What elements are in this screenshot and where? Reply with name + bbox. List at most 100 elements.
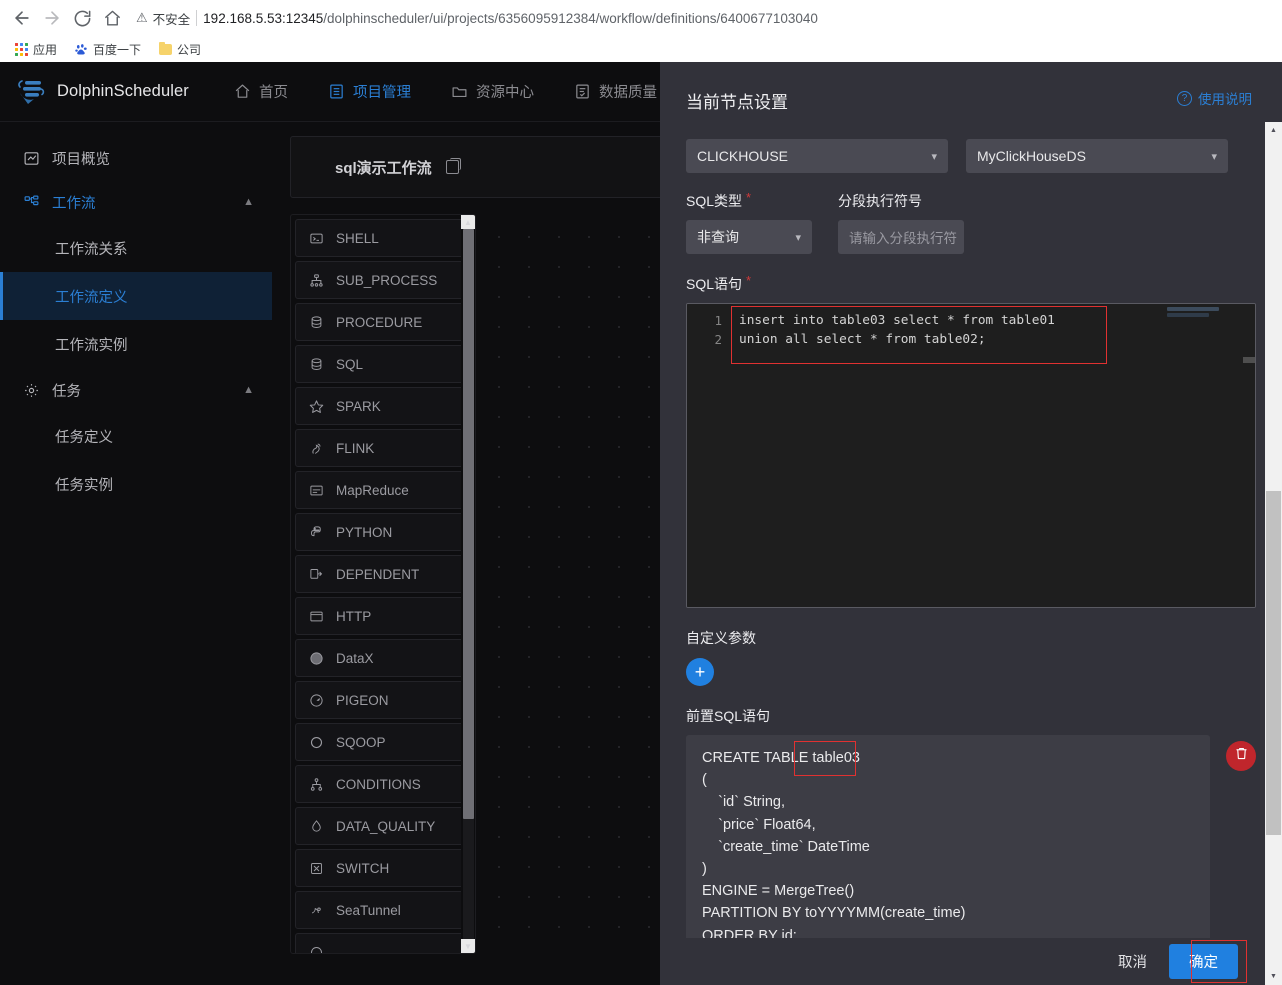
task-type-label: SQL bbox=[336, 357, 363, 372]
url-host: 192.168.5.53:12345 bbox=[203, 11, 323, 26]
datasource-type-select[interactable]: CLICKHOUSE ▾ bbox=[686, 139, 948, 173]
task-type-pigeon[interactable]: PIGEON bbox=[295, 681, 471, 719]
task-panel-scrollbar[interactable]: ▲ ▼ bbox=[461, 215, 475, 953]
modal-header: 当前节点设置 ? 使用说明 bbox=[660, 62, 1282, 113]
task-type-switch[interactable]: SWITCH bbox=[295, 849, 471, 887]
pre-sql-line: PARTITION BY toYYYYMM(create_time) bbox=[702, 902, 1194, 924]
sidebar-item-label: 工作流实例 bbox=[55, 334, 128, 355]
datasource-name-select[interactable]: MyClickHouseDS ▾ bbox=[966, 139, 1228, 173]
page-vertical-scrollbar[interactable]: ▲ ▼ bbox=[1265, 122, 1282, 985]
task-type-datax[interactable]: DataX bbox=[295, 639, 471, 677]
task-type-label: SUB_PROCESS bbox=[336, 273, 437, 288]
task-type-flink[interactable]: FLINK bbox=[295, 429, 471, 467]
task-type-data-quality[interactable]: DATA_QUALITY bbox=[295, 807, 471, 845]
bookmark-apps[interactable]: 应用 bbox=[8, 39, 64, 60]
back-icon[interactable] bbox=[8, 4, 36, 32]
security-indicator[interactable]: ⚠ 不安全 bbox=[136, 9, 190, 28]
datasource-type-value: CLICKHOUSE bbox=[697, 148, 788, 164]
chevron-down-icon: ▾ bbox=[1211, 150, 1217, 163]
add-param-button[interactable]: + bbox=[686, 658, 714, 686]
topnav-item-projects[interactable]: 项目管理 bbox=[308, 62, 431, 122]
page-scroll-track[interactable] bbox=[1265, 139, 1282, 968]
bookmark-baidu[interactable]: 百度一下 bbox=[68, 39, 148, 60]
task-type-spark[interactable]: SPARK bbox=[295, 387, 471, 425]
task-type-label: PROCEDURE bbox=[336, 315, 422, 330]
task-type-procedure[interactable]: PROCEDURE bbox=[295, 303, 471, 341]
sidebar-item-label: 任务 bbox=[52, 380, 81, 401]
confirm-button[interactable]: 确定 bbox=[1169, 944, 1238, 979]
task-type-sqoop[interactable]: SQOOP bbox=[295, 723, 471, 761]
sidebar-item-workflow-relation[interactable]: 工作流关系 bbox=[0, 224, 272, 272]
help-question-icon: ? bbox=[1177, 91, 1192, 106]
task-type-http[interactable]: HTTP bbox=[295, 597, 471, 635]
task-type-list: SHELL SUB_PROCESS PROCEDURE SQL SPARK FL… bbox=[291, 215, 475, 954]
sidebar-item-workflow-instance[interactable]: 工作流实例 bbox=[0, 320, 272, 368]
sql-statement-label: SQL语句 bbox=[686, 274, 742, 294]
flink-squirrel-icon bbox=[308, 440, 325, 457]
omnibox[interactable]: ⚠ 不安全 192.168.5.53:12345/dolphinschedule… bbox=[136, 5, 1274, 31]
sidebar-item-overview[interactable]: 项目概览 bbox=[0, 136, 272, 180]
topnav-item-home[interactable]: 首页 bbox=[214, 62, 308, 122]
scroll-down-arrow-icon[interactable]: ▼ bbox=[461, 939, 475, 953]
bookmark-label: 公司 bbox=[177, 41, 201, 58]
sql-type-label: SQL类型 bbox=[686, 191, 742, 211]
task-type-dependent[interactable]: DEPENDENT bbox=[295, 555, 471, 593]
delete-pre-sql-button[interactable] bbox=[1226, 741, 1256, 771]
home-icon[interactable] bbox=[98, 4, 126, 32]
task-type-shell[interactable]: SHELL bbox=[295, 219, 471, 257]
top-navigation: 首页 项目管理 资源中心 数据质量 bbox=[214, 62, 677, 122]
sidebar-group-task[interactable]: 任务 ▲ bbox=[0, 368, 272, 412]
sidebar-item-task-definition[interactable]: 任务定义 bbox=[0, 412, 272, 460]
task-type-partial[interactable] bbox=[295, 933, 471, 954]
sidebar-group-workflow[interactable]: 工作流 ▲ bbox=[0, 180, 272, 224]
help-link[interactable]: ? 使用说明 bbox=[1177, 88, 1252, 108]
reload-icon[interactable] bbox=[68, 4, 96, 32]
chevron-up-icon[interactable]: ▲ bbox=[243, 384, 254, 396]
pre-sql-line: ( bbox=[702, 769, 1194, 791]
pre-sql-textarea[interactable]: CREATE TABLE table03 ( `id` String, `pri… bbox=[686, 735, 1210, 938]
more-icon bbox=[308, 944, 325, 955]
scroll-up-arrow-icon[interactable]: ▲ bbox=[461, 215, 475, 229]
bookmark-company[interactable]: 公司 bbox=[152, 39, 208, 60]
segment-input[interactable]: 请输入分段执行符 bbox=[838, 220, 964, 254]
copy-icon[interactable] bbox=[446, 160, 459, 174]
editor-minimap[interactable] bbox=[1163, 304, 1243, 607]
chevron-up-icon[interactable]: ▲ bbox=[243, 196, 254, 208]
custom-params-label-wrap: 自定义参数 bbox=[686, 628, 1256, 648]
warning-triangle-icon: ⚠ bbox=[136, 10, 148, 26]
bookmark-label: 应用 bbox=[33, 41, 57, 58]
task-type-mapreduce[interactable]: MapReduce bbox=[295, 471, 471, 509]
sql-type-select[interactable]: 非查询 ▾ bbox=[686, 220, 812, 254]
task-type-label: PIGEON bbox=[336, 693, 389, 708]
forward-icon[interactable] bbox=[38, 4, 66, 32]
pre-sql-line: CREATE TABLE table03 bbox=[702, 747, 1194, 769]
scroll-up-arrow-icon[interactable]: ▲ bbox=[1265, 122, 1282, 139]
page-scroll-thumb[interactable] bbox=[1266, 491, 1281, 835]
cancel-button[interactable]: 取消 bbox=[1110, 945, 1155, 978]
scroll-down-arrow-icon[interactable]: ▼ bbox=[1265, 968, 1282, 985]
sql-code-editor[interactable]: 1 2 insert into table03 select * from ta… bbox=[686, 303, 1256, 608]
conditions-icon bbox=[308, 776, 325, 793]
task-type-label: SPARK bbox=[336, 399, 381, 414]
sidebar-item-workflow-definition[interactable]: 工作流定义 bbox=[0, 272, 272, 320]
task-type-label: DataX bbox=[336, 651, 374, 666]
topnav-item-resources[interactable]: 资源中心 bbox=[431, 62, 554, 122]
dependent-icon bbox=[308, 566, 325, 583]
scroll-thumb[interactable] bbox=[463, 229, 474, 819]
editor-scroll-thumb[interactable] bbox=[1243, 357, 1255, 363]
sidebar-item-task-instance[interactable]: 任务实例 bbox=[0, 460, 272, 508]
task-type-label: MapReduce bbox=[336, 483, 409, 498]
task-type-sql[interactable]: SQL bbox=[295, 345, 471, 383]
database-icon bbox=[308, 314, 325, 331]
editor-scrollbar[interactable] bbox=[1243, 304, 1255, 607]
pre-sql-label: 前置SQL语句 bbox=[686, 706, 770, 726]
task-type-conditions[interactable]: CONDITIONS bbox=[295, 765, 471, 803]
task-type-sub-process[interactable]: SUB_PROCESS bbox=[295, 261, 471, 299]
scroll-track[interactable] bbox=[463, 229, 474, 939]
line-number: 1 bbox=[687, 311, 731, 330]
task-type-seatunnel[interactable]: SeaTunnel bbox=[295, 891, 471, 929]
task-type-label: SQOOP bbox=[336, 735, 386, 750]
topnav-item-data-quality[interactable]: 数据质量 bbox=[554, 62, 677, 122]
brand-logo[interactable]: DolphinScheduler bbox=[14, 75, 214, 109]
task-type-python[interactable]: PYTHON bbox=[295, 513, 471, 551]
